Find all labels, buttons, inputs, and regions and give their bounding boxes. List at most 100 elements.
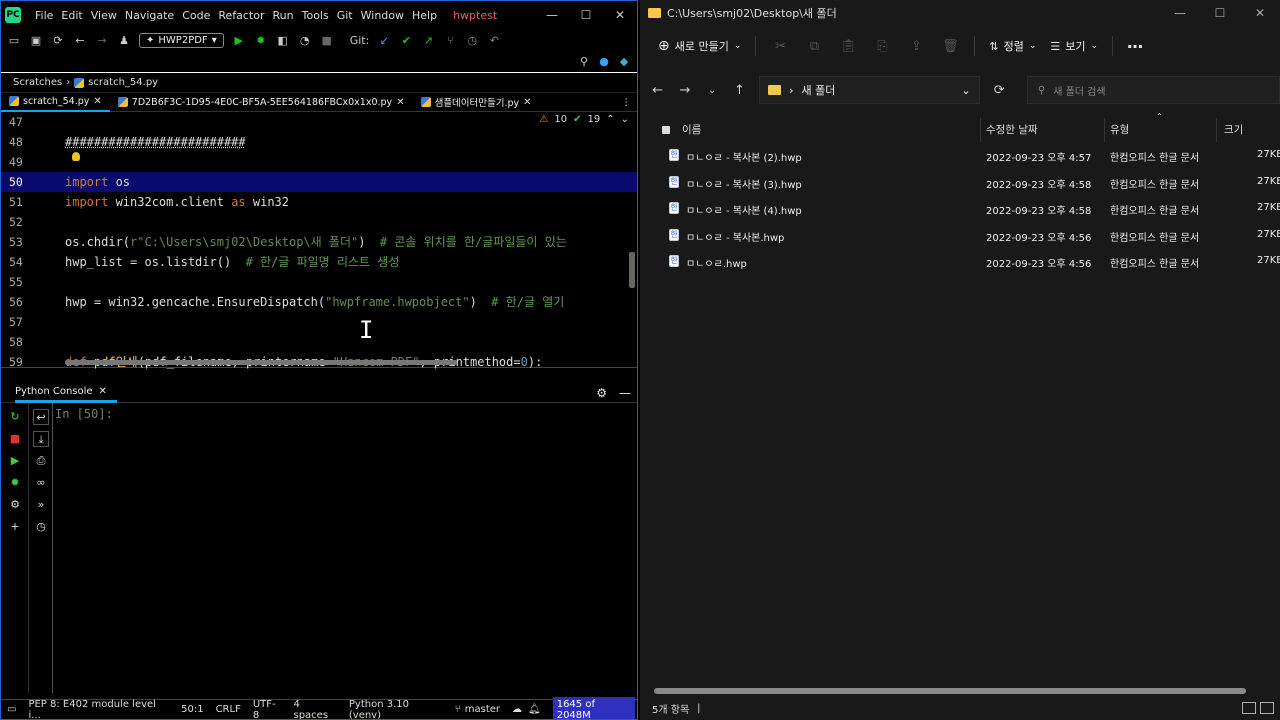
interpreter[interactable]: Python 3.10 (venv) bbox=[349, 699, 443, 720]
cloud-icon[interactable]: ☁ bbox=[512, 704, 522, 715]
back-icon[interactable]: ← bbox=[650, 83, 665, 98]
git-push-icon[interactable]: ↗ bbox=[421, 33, 435, 47]
git-update-icon[interactable]: ↙ bbox=[377, 33, 391, 47]
file-row[interactable]: 한 ㅁㄴㅇㄹ - 복사본 (4).hwp 2022-09-23 오후 4:58 … bbox=[640, 195, 1280, 222]
column-modified[interactable]: 수정한 날짜 bbox=[986, 122, 1038, 137]
divider[interactable] bbox=[1216, 118, 1217, 142]
plugin-icon[interactable]: ◆ bbox=[617, 55, 631, 69]
caret-position[interactable]: 50:1 bbox=[181, 704, 203, 715]
refresh-icon[interactable]: ⟳ bbox=[992, 83, 1007, 98]
git-commit-icon[interactable]: ✔ bbox=[399, 33, 413, 47]
open-folder-icon[interactable]: ▭ bbox=[7, 33, 21, 47]
gear-icon[interactable]: ⚙ bbox=[596, 386, 607, 400]
menu-window[interactable]: Window bbox=[361, 9, 404, 22]
menu-run[interactable]: Run bbox=[273, 9, 294, 22]
search-icon[interactable]: ⚲ bbox=[577, 55, 591, 69]
git-branch-icon[interactable]: ⑂ bbox=[443, 33, 457, 47]
minimize-icon[interactable]: — bbox=[1160, 6, 1200, 20]
cut-icon[interactable]: ✂ bbox=[770, 39, 790, 54]
close-icon[interactable]: ✕ bbox=[1240, 6, 1280, 20]
bell-icon[interactable]: 🔔︎ bbox=[528, 704, 541, 715]
run-icon[interactable]: ▶ bbox=[7, 453, 23, 469]
tab-python-console[interactable]: Python Console ✕ bbox=[15, 383, 117, 403]
file-encoding[interactable]: UTF-8 bbox=[253, 699, 282, 720]
tab-scratch-54[interactable]: scratch_54.py ✕ bbox=[1, 93, 110, 112]
column-name[interactable]: 이름 bbox=[682, 122, 701, 137]
tab-sample-data[interactable]: 샘플데이터만들기.py ✕ bbox=[413, 93, 540, 112]
close-icon[interactable]: ✕ bbox=[93, 96, 101, 107]
more-tabs-icon[interactable]: ⋮ bbox=[622, 97, 632, 108]
print-icon[interactable]: ⎙ bbox=[33, 453, 49, 469]
close-icon[interactable]: ✕ bbox=[603, 8, 637, 22]
more-icon[interactable]: ⋯ bbox=[1127, 37, 1143, 56]
select-all-checkbox[interactable] bbox=[662, 126, 670, 134]
editor-horizontal-scrollbar[interactable] bbox=[65, 360, 457, 365]
update-icon[interactable]: ● bbox=[597, 55, 611, 69]
indent-setting[interactable]: 4 spaces bbox=[294, 699, 337, 720]
history-icon[interactable]: ◷ bbox=[465, 33, 479, 47]
forward-icon[interactable]: → bbox=[95, 33, 109, 47]
forward-icon[interactable]: → bbox=[677, 83, 692, 98]
menu-view[interactable]: View bbox=[91, 9, 117, 22]
view-variables-icon[interactable]: ∞ bbox=[33, 475, 49, 491]
paste-icon[interactable]: 📋︎ bbox=[838, 39, 858, 54]
tab-uuid-file[interactable]: 7D2B6F3C-1D95-4E0C-BF5A-5EE564186FBCx0x1… bbox=[110, 93, 413, 112]
add-icon[interactable]: + bbox=[7, 519, 23, 535]
menu-code[interactable]: Code bbox=[182, 9, 210, 22]
hide-panel-icon[interactable]: — bbox=[619, 386, 631, 400]
close-icon[interactable]: ✕ bbox=[99, 386, 107, 397]
profile-icon[interactable]: ◔ bbox=[298, 33, 312, 47]
column-type[interactable]: 유형 bbox=[1110, 122, 1129, 137]
memory-indicator[interactable]: 1645 of 2048M bbox=[552, 696, 635, 719]
explorer-horizontal-scrollbar[interactable] bbox=[654, 688, 1246, 694]
history-icon[interactable]: ◷ bbox=[33, 519, 49, 535]
back-icon[interactable]: ← bbox=[73, 33, 87, 47]
share-icon[interactable]: ⇪ bbox=[906, 39, 926, 54]
debug-icon[interactable]: ✹ bbox=[7, 475, 23, 491]
soft-wrap-icon[interactable]: ↩ bbox=[33, 409, 49, 425]
coverage-icon[interactable]: ◧ bbox=[276, 33, 290, 47]
close-icon[interactable]: ✕ bbox=[396, 97, 404, 108]
git-branch[interactable]: master bbox=[465, 704, 500, 715]
python-console[interactable]: ↻ ■ ▶ ✹ ⚙ + ↩ ⤓ ⎙ ∞ » ◷ In [50]: bbox=[1, 403, 637, 693]
tiles-view-icon[interactable] bbox=[1260, 702, 1274, 714]
save-icon[interactable]: ▣ bbox=[29, 33, 43, 47]
delete-icon[interactable]: 🗑︎ bbox=[940, 39, 960, 54]
menu-navigate[interactable]: Navigate bbox=[125, 9, 174, 22]
maximize-icon[interactable]: ☐ bbox=[569, 8, 603, 22]
stop-icon[interactable]: ■ bbox=[7, 431, 23, 447]
column-size[interactable]: 크기 bbox=[1224, 122, 1243, 137]
view-button[interactable]: ☰ 보기 ⌄ bbox=[1050, 38, 1098, 54]
debug-icon[interactable]: ✹ bbox=[254, 33, 268, 47]
maximize-icon[interactable]: ☐ bbox=[1200, 6, 1240, 20]
file-row[interactable]: 한 ㅁㄴㅇㄹ - 복사본 (2).hwp 2022-09-23 오후 4:57 … bbox=[640, 142, 1280, 169]
rerun-icon[interactable]: ↻ bbox=[7, 409, 23, 425]
file-row[interactable]: 한 ㅁㄴㅇㄹ.hwp 2022-09-23 오후 4:56 한컴오피스 한글 문… bbox=[640, 248, 1280, 275]
panel-toggle-icon[interactable]: ▭ bbox=[7, 704, 16, 715]
details-view-icon[interactable] bbox=[1242, 702, 1256, 714]
recent-locations-icon[interactable]: ⌄ bbox=[705, 85, 720, 96]
menu-edit[interactable]: Edit bbox=[61, 9, 82, 22]
menu-git[interactable]: Git bbox=[337, 9, 353, 22]
sync-icon[interactable]: ⟳ bbox=[51, 33, 65, 47]
breadcrumb-file[interactable]: scratch_54.py bbox=[88, 77, 158, 88]
copy-icon[interactable]: ⧉ bbox=[804, 39, 824, 54]
gear-icon[interactable]: ⚙ bbox=[7, 497, 23, 513]
divider[interactable] bbox=[980, 118, 981, 142]
lightbulb-icon[interactable] bbox=[72, 152, 80, 161]
run-config-select[interactable]: ✦ HWP2PDF ▾ bbox=[139, 32, 224, 48]
line-separator[interactable]: CRLF bbox=[216, 704, 241, 715]
stop-icon[interactable]: ■ bbox=[320, 33, 334, 47]
code-editor[interactable]: ⚠ 10 ✔ 19 ⌃ ⌄ 47 48 #####################… bbox=[1, 112, 637, 369]
run-icon[interactable]: ▶ bbox=[232, 33, 246, 47]
close-icon[interactable]: ✕ bbox=[523, 97, 531, 108]
address-bar[interactable]: › 새 폴더 ⌄ bbox=[759, 76, 980, 104]
user-icon[interactable]: ♟ bbox=[117, 33, 131, 47]
up-icon[interactable]: ↑ bbox=[732, 83, 747, 98]
chevron-down-icon[interactable]: ⌄ bbox=[961, 84, 970, 97]
new-button[interactable]: ⊕ 새로 만들기 ⌄ bbox=[658, 38, 741, 54]
status-message[interactable]: PEP 8: E402 module level i... bbox=[28, 699, 169, 720]
menu-help[interactable]: Help bbox=[412, 9, 437, 22]
file-row[interactable]: 한 ㅁㄴㅇㄹ - 복사본.hwp 2022-09-23 오후 4:56 한컴오피… bbox=[640, 222, 1280, 249]
rollback-icon[interactable]: ↶ bbox=[487, 33, 501, 47]
